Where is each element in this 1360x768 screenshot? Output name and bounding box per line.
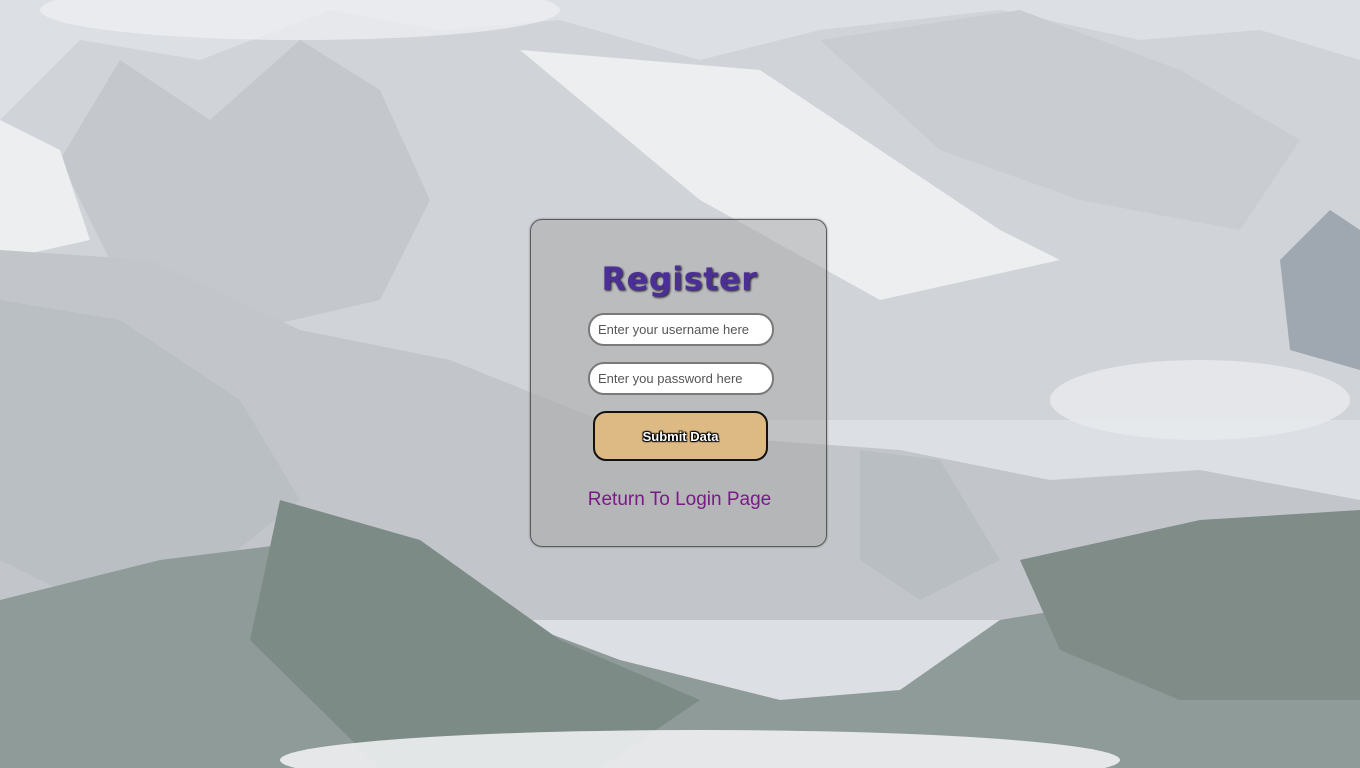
submit-button[interactable]: Submit Data (593, 411, 768, 461)
register-card: Register Submit Data Return To Login Pag… (530, 219, 827, 547)
password-input[interactable] (588, 362, 774, 395)
register-title: Register (601, 260, 758, 298)
username-input[interactable] (588, 313, 774, 346)
return-to-login-link[interactable]: Return To Login Page (531, 489, 828, 511)
